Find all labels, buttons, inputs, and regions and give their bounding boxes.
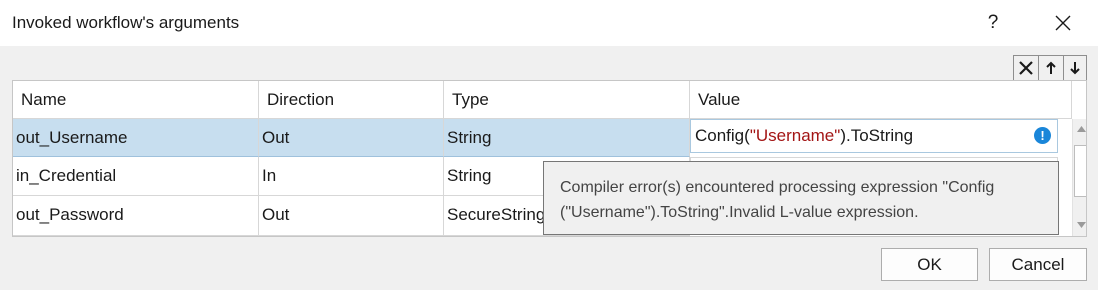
help-button[interactable]: ? — [978, 8, 1008, 38]
scroll-up-button[interactable] — [1073, 121, 1086, 137]
tooltip-line: ("Username").ToString".Invalid L-value e… — [560, 204, 919, 221]
expression-string-literal: "Username" — [749, 126, 841, 145]
argument-name-cell[interactable]: out_Username — [13, 119, 259, 157]
vertical-scrollbar[interactable] — [1072, 119, 1086, 236]
argument-direction-cell[interactable]: In — [259, 157, 444, 196]
arrow-down-icon — [1070, 62, 1080, 75]
caret-up-icon — [1076, 126, 1086, 132]
table-row[interactable]: out_Username Out String — [13, 119, 690, 157]
title-bar: Invoked workflow's arguments ? — [0, 0, 1098, 46]
move-up-button[interactable] — [1039, 56, 1064, 80]
argument-type-cell[interactable]: String — [444, 119, 690, 157]
expression-prefix: Config( — [695, 126, 750, 145]
error-icon[interactable]: ! — [1034, 127, 1051, 144]
argument-name-cell[interactable]: out_Password — [13, 196, 259, 236]
column-header-value[interactable]: Value — [690, 81, 1072, 119]
tooltip-line: Compiler error(s) encountered processing… — [560, 179, 995, 196]
error-tooltip: Compiler error(s) encountered processing… — [543, 161, 1059, 235]
ok-button[interactable]: OK — [881, 248, 978, 281]
argument-direction-cell[interactable]: Out — [259, 119, 444, 157]
cancel-button[interactable]: Cancel — [989, 248, 1087, 281]
caret-down-icon — [1076, 222, 1086, 228]
expression-suffix: ).ToString — [840, 126, 914, 145]
argument-name-cell[interactable]: in_Credential — [13, 157, 259, 196]
column-header-direction[interactable]: Direction — [259, 81, 444, 119]
scroll-thumb[interactable] — [1074, 145, 1086, 197]
value-expression-input[interactable]: Config("Username").ToString ! — [690, 119, 1058, 153]
argument-direction-cell[interactable]: Out — [259, 196, 444, 236]
delete-button[interactable] — [1014, 56, 1039, 80]
close-icon — [1055, 15, 1071, 31]
grid-toolbar — [1013, 55, 1087, 81]
column-header-type[interactable]: Type — [444, 81, 690, 119]
delete-icon — [1019, 61, 1033, 75]
move-down-button[interactable] — [1064, 56, 1086, 80]
column-header-name[interactable]: Name — [13, 81, 259, 119]
scroll-down-button[interactable] — [1073, 217, 1086, 233]
grid-header: Name Direction Type Value — [13, 81, 1072, 119]
arrow-up-icon — [1046, 61, 1056, 74]
window-title: Invoked workflow's arguments — [12, 13, 240, 32]
close-button[interactable] — [1046, 8, 1080, 38]
